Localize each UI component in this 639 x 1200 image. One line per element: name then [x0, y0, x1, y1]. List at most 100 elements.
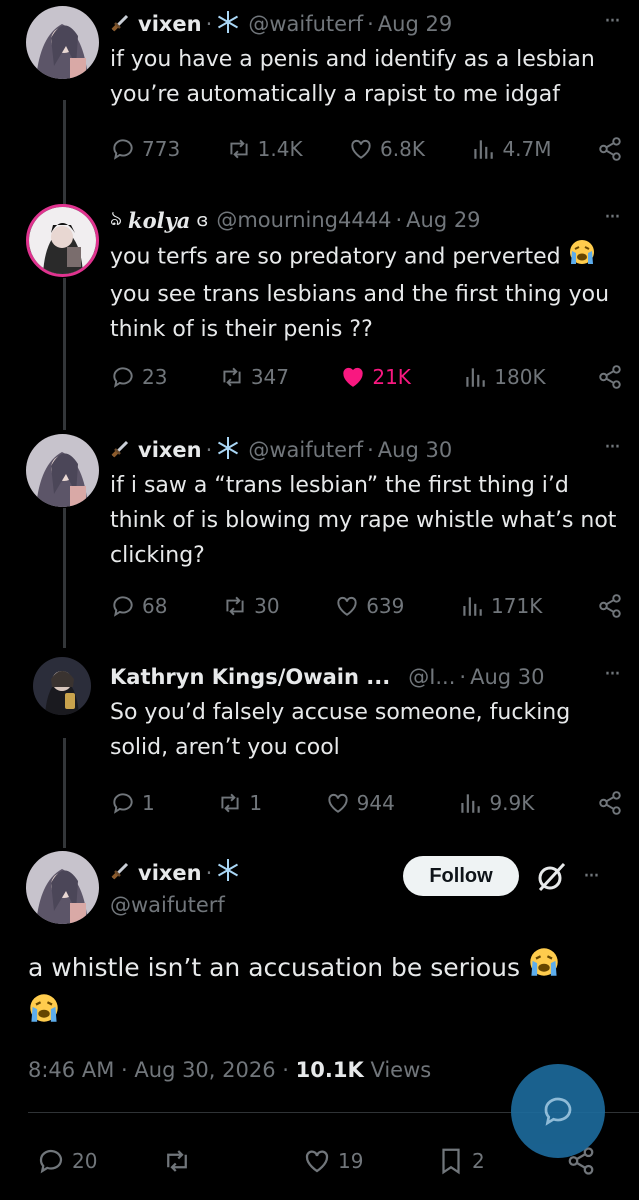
like-count: 19	[338, 1149, 364, 1173]
dagger-icon	[110, 859, 132, 886]
views-count: 4.7M	[502, 137, 552, 161]
separator: ·	[205, 438, 213, 462]
author-name[interactable]: vixen	[138, 438, 202, 462]
author-handle[interactable]: @mourning4444	[216, 208, 391, 232]
more-options-button[interactable]: ···	[604, 661, 621, 689]
main-author-handle[interactable]: @waifuterf	[110, 893, 225, 917]
tweet-date[interactable]: Aug 30	[378, 438, 452, 462]
repost-count: 1	[249, 791, 263, 815]
views-count: 9.9K	[489, 791, 535, 815]
more-options-button[interactable]: ···	[604, 204, 621, 232]
tweet-text: you terfs are so predatory and perverted…	[110, 238, 619, 347]
like-button[interactable]: 19	[302, 1146, 363, 1176]
tweet-full-date: Aug 30, 2026	[134, 1058, 276, 1082]
like-button[interactable]: 639	[334, 593, 404, 619]
like-button[interactable]: 21K	[340, 364, 411, 390]
main-author-name[interactable]: vixen	[138, 861, 202, 885]
repost-icon	[167, 1150, 187, 1172]
separator: ·	[205, 860, 213, 885]
bookmark-count: 2	[472, 1149, 485, 1173]
action-bar: 773 1.4K 6.8K 4.7M	[110, 133, 623, 165]
views-icon	[466, 368, 486, 387]
reply-count: 68	[142, 594, 168, 618]
tweet[interactable]: ঌ kolya ɞ @mourning4444 · Aug 29 ··· you…	[0, 190, 639, 420]
views-label: Views	[370, 1058, 432, 1082]
tweet-time: 8:46 AM	[28, 1058, 115, 1082]
tweet-timestamp[interactable]: 8:46 AM · Aug 30, 2026 · 10.1K Views	[28, 1058, 431, 1082]
reply-button[interactable]: 68	[110, 593, 167, 619]
action-bar: 1 1 944 9.9K	[110, 787, 623, 819]
author-name[interactable]: Kathryn Kings/Owain ...	[110, 665, 390, 689]
views-count: 180K	[494, 365, 546, 389]
action-bar: 68 30 639 171K	[110, 590, 623, 622]
reply-button[interactable]: 20	[36, 1146, 97, 1176]
main-author[interactable]: vixen ·	[110, 858, 240, 887]
views-total: 10.1K	[295, 1058, 364, 1082]
repost-icon	[223, 367, 241, 387]
repost-icon	[230, 139, 248, 159]
views-button[interactable]: 180K	[462, 364, 546, 390]
separator: ·	[121, 1058, 128, 1082]
views-count: 171K	[491, 594, 543, 618]
share-button[interactable]	[597, 364, 623, 390]
more-options-button[interactable]: ···	[604, 434, 621, 462]
dagger-icon	[110, 437, 132, 464]
share-button[interactable]	[597, 136, 623, 162]
author-handle[interactable]: @I...	[408, 665, 455, 689]
separator: ·	[395, 208, 403, 232]
main-tweet-text: a whistle isn’t an accusation be serious	[28, 946, 618, 1038]
bookmark-button[interactable]: 2	[436, 1146, 485, 1176]
repost-button[interactable]: 347	[219, 364, 289, 390]
avatar[interactable]	[26, 204, 99, 277]
tweet[interactable]: Kathryn Kings/Owain ... @I... · Aug 30 ·…	[0, 645, 639, 835]
share-icon	[599, 594, 621, 618]
main-avatar[interactable]	[26, 851, 99, 924]
like-count: 6.8K	[380, 137, 425, 161]
views-button[interactable]: 4.7M	[470, 136, 552, 162]
tweet-date[interactable]: Aug 30	[470, 665, 544, 689]
avatar[interactable]	[26, 434, 99, 507]
more-options-button[interactable]: ···	[583, 864, 600, 889]
views-icon	[474, 140, 494, 159]
repost-button[interactable]: 1	[217, 790, 262, 816]
reply-button[interactable]: 23	[110, 364, 167, 390]
repost-count: 30	[254, 594, 280, 618]
repost-button[interactable]: 30	[222, 593, 280, 619]
tweet-date[interactable]: Aug 29	[406, 208, 480, 232]
author-handle[interactable]: @waifuterf	[248, 12, 363, 36]
reply-button[interactable]: 773	[110, 136, 180, 162]
crying-emoji	[568, 238, 596, 277]
like-button[interactable]: 6.8K	[348, 136, 425, 162]
tweet-text-line2: you see trans lesbians and the first thi…	[110, 282, 610, 342]
main-tweet-text-content: a whistle isn’t an accusation be serious	[28, 953, 521, 982]
tweet[interactable]: vixen · @waifuterf · Aug 30 ··· if i saw…	[0, 420, 639, 645]
share-button[interactable]	[597, 790, 623, 816]
like-icon	[343, 367, 364, 387]
tweet-date[interactable]: Aug 29	[378, 12, 452, 36]
tweet[interactable]: vixen · @waifuterf · Aug 29 ··· if you h…	[0, 0, 639, 190]
compose-reply-button[interactable]	[511, 1064, 605, 1158]
snowflake-icon	[216, 858, 240, 887]
repost-button[interactable]: 1.4K	[226, 136, 303, 162]
views-button[interactable]: 171K	[459, 593, 542, 619]
views-icon	[463, 597, 482, 616]
like-button[interactable]: 944	[325, 790, 395, 816]
grok-icon[interactable]	[534, 860, 568, 898]
repost-count: 347	[250, 365, 289, 389]
more-options-button[interactable]: ···	[604, 8, 621, 36]
author-name[interactable]: kolya	[128, 208, 190, 233]
reply-button[interactable]: 1	[110, 790, 155, 816]
avatar[interactable]	[33, 657, 91, 715]
tweet-text: if you have a penis and identify as a le…	[110, 47, 595, 107]
repost-button[interactable]	[162, 1146, 192, 1176]
like-icon	[337, 596, 357, 616]
heart-symbol-icon: ɞ	[196, 209, 209, 231]
follow-button[interactable]: Follow	[403, 856, 519, 896]
reply-icon	[113, 596, 133, 617]
author-name[interactable]: vixen	[138, 12, 202, 36]
avatar[interactable]	[26, 6, 99, 79]
author-handle[interactable]: @waifuterf	[248, 438, 363, 462]
views-button[interactable]: 9.9K	[457, 790, 534, 816]
reply-icon	[113, 793, 133, 814]
share-button[interactable]	[597, 593, 623, 619]
